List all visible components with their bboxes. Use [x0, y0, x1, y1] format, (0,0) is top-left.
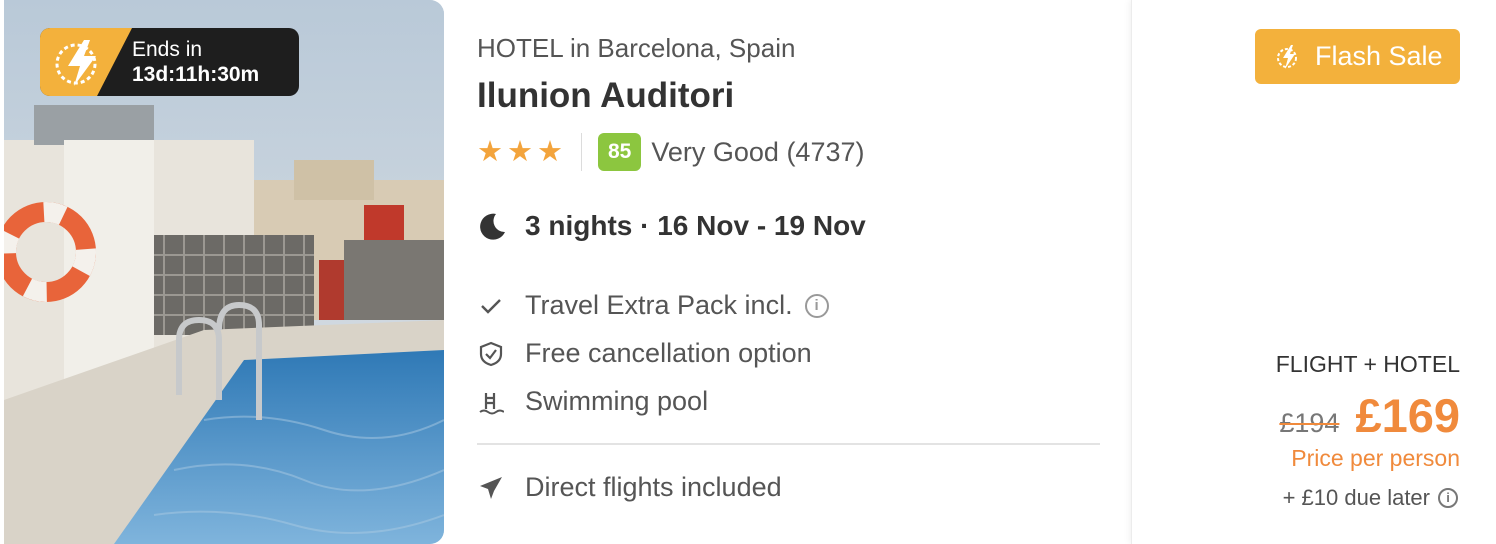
review-score-label[interactable]: Very Good (4737)	[651, 137, 864, 168]
flash-sale-badge: Flash Sale	[1255, 29, 1460, 84]
price-row: £194 £169	[1279, 388, 1460, 443]
plane-icon	[477, 474, 505, 502]
feature-travel-extra-pack: Travel Extra Pack incl. i	[477, 290, 829, 321]
feature-label: Free cancellation option	[525, 338, 812, 368]
rating-divider	[581, 133, 582, 171]
timer-label: Ends in	[132, 38, 203, 61]
price-panel[interactable]: Flash Sale FLIGHT + HOTEL £194 £169 Pric…	[1131, 0, 1496, 544]
hotel-photo[interactable]: Ends in 13d:11h:30m	[4, 0, 444, 544]
star-icon: ★	[477, 135, 503, 168]
package-type: FLIGHT + HOTEL	[1275, 351, 1460, 377]
sale-price: £169	[1355, 389, 1460, 442]
stay-summary: 3 nights · 16 Nov - 19 Nov	[525, 210, 866, 241]
star-icon: ★	[537, 135, 563, 168]
feature-label: Travel Extra Pack incl.	[525, 290, 793, 320]
info-icon[interactable]: i	[804, 293, 829, 318]
rating-row: ★ ★ ★ 85 Very Good (4737)	[477, 132, 865, 172]
check-icon	[477, 292, 505, 320]
feature-label: Swimming pool	[525, 386, 709, 416]
feature-direct-flights: Direct flights included	[477, 472, 782, 503]
feature-free-cancellation: Free cancellation option	[477, 338, 812, 369]
timer-value: 13d:11h:30m	[132, 63, 260, 86]
moon-icon	[480, 213, 505, 240]
due-later-text: + £10 due later	[1282, 485, 1430, 510]
feature-swimming-pool: Swimming pool	[477, 386, 708, 417]
due-later-note: + £10 due later i	[1283, 485, 1458, 511]
hotel-location: HOTEL in Barcelona, Spain	[477, 33, 796, 63]
lightning-icon	[1277, 44, 1297, 69]
star-rating: ★ ★ ★	[477, 135, 563, 168]
flights-label: Direct flights included	[525, 472, 782, 502]
stay-dates: 3 nights · 16 Nov - 19 Nov	[477, 210, 866, 242]
hotel-name[interactable]: Ilunion Auditori	[477, 76, 734, 116]
star-icon: ★	[507, 135, 533, 168]
hotel-offer-card[interactable]: Ends in 13d:11h:30m HOTEL in Barcelona, …	[0, 0, 1496, 544]
price-per-person-label: Price per person	[1291, 445, 1460, 471]
review-score-badge: 85	[598, 133, 642, 171]
pool-icon	[477, 388, 505, 416]
lightning-icon	[40, 28, 132, 96]
divider	[477, 443, 1100, 445]
shield-check-icon	[477, 340, 505, 368]
deal-countdown-timer: Ends in 13d:11h:30m	[40, 28, 299, 96]
original-price: £194	[1279, 408, 1340, 438]
flash-sale-label: Flash Sale	[1315, 41, 1443, 71]
info-icon[interactable]: i	[1438, 488, 1458, 508]
